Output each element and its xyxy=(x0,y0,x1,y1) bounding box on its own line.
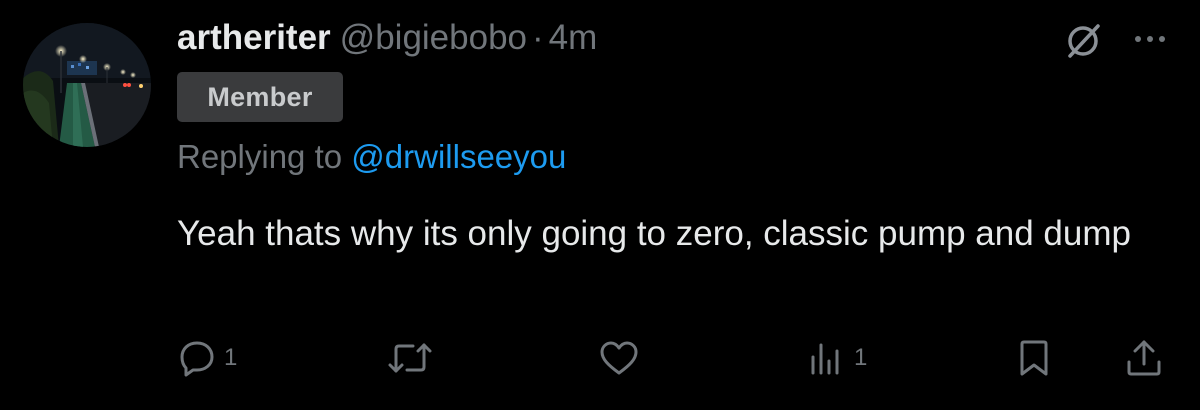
post-header: artheriter @bigiebobo · 4m xyxy=(177,18,597,64)
reply-icon xyxy=(178,339,216,377)
header-separator: · xyxy=(532,18,544,57)
more-icon[interactable] xyxy=(1128,22,1172,56)
reply-context-prefix: Replying to xyxy=(177,138,343,175)
share-icon xyxy=(1124,338,1164,378)
repost-icon xyxy=(387,339,433,377)
post-timestamp[interactable]: 4m xyxy=(549,18,598,58)
post-text: Yeah thats why its only going to zero, c… xyxy=(177,214,1131,253)
post[interactable]: artheriter @bigiebobo · 4m Member Replyi… xyxy=(0,0,1200,410)
views-count: 1 xyxy=(854,344,868,371)
grok-icon[interactable] xyxy=(1062,20,1104,62)
views-icon xyxy=(806,339,846,377)
reply-button[interactable]: 1 xyxy=(178,336,237,380)
like-icon xyxy=(598,339,640,377)
bookmark-icon xyxy=(1014,338,1054,378)
views-button[interactable]: 1 xyxy=(806,336,867,380)
member-badge: Member xyxy=(177,72,343,122)
author-display-name[interactable]: artheriter xyxy=(177,18,331,58)
share-button[interactable] xyxy=(1124,336,1164,380)
reply-mention-link[interactable]: @drwillseeyou xyxy=(351,138,566,175)
repost-button[interactable] xyxy=(387,336,441,380)
avatar[interactable] xyxy=(23,23,151,147)
like-button[interactable] xyxy=(598,336,648,380)
bookmark-button[interactable] xyxy=(1014,336,1054,380)
author-handle[interactable]: @bigiebobo xyxy=(340,18,527,58)
reply-context: Replying to @drwillseeyou xyxy=(177,138,566,176)
reply-count: 1 xyxy=(224,344,238,371)
